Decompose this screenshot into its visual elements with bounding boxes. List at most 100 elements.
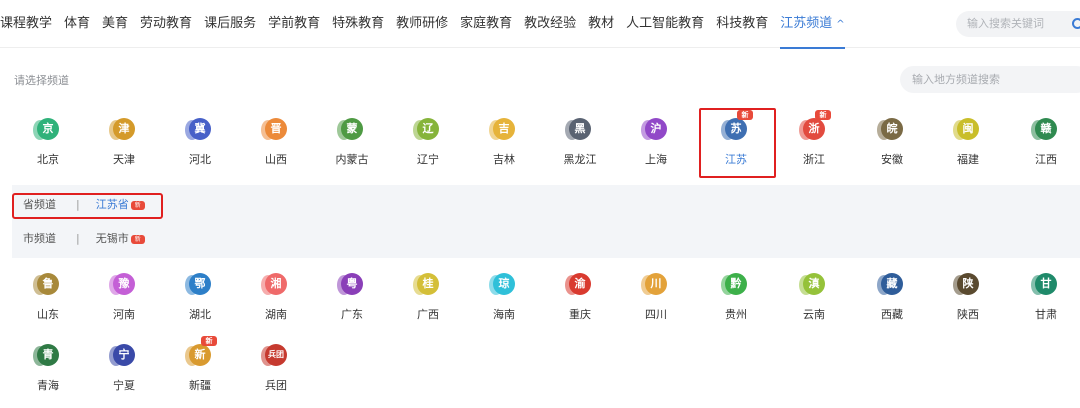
- province-item[interactable]: 滇云南: [784, 273, 844, 333]
- province-item[interactable]: 藏西藏: [862, 273, 922, 333]
- nav-item[interactable]: 教材: [588, 0, 614, 48]
- nav-item-jiangsu-channel[interactable]: 江苏频道 ^: [780, 0, 846, 49]
- province-emblem-icon: 皖: [877, 118, 903, 140]
- province-label: 陕西: [957, 308, 979, 321]
- province-label: 重庆: [569, 308, 591, 321]
- region-search-placeholder: 输入地方频道搜索: [912, 73, 1000, 86]
- nav-item[interactable]: 教改经验: [524, 0, 576, 48]
- province-channel-highlight: [12, 193, 163, 219]
- province-emblem-icon: 滇: [799, 273, 825, 295]
- city-channel-link[interactable]: 无锡市: [96, 232, 129, 245]
- nav-item[interactable]: 体育: [64, 0, 90, 48]
- nav-item[interactable]: 美育: [102, 0, 128, 48]
- keyword-search-input[interactable]: 输入搜索关键词: [956, 11, 1080, 37]
- province-emblem-icon: 甘: [1031, 273, 1057, 295]
- search-icon[interactable]: [1072, 18, 1080, 29]
- nav-item[interactable]: 人工智能教育: [626, 0, 704, 48]
- province-label: 四川: [645, 308, 667, 321]
- province-label: 云南: [803, 308, 825, 321]
- province-label: 青海: [37, 379, 59, 392]
- province-label: 福建: [957, 153, 979, 166]
- nav-item[interactable]: 劳动教育: [140, 0, 192, 48]
- province-emblem-icon: 辽: [413, 118, 439, 140]
- nav-item[interactable]: 特殊教育: [332, 0, 384, 48]
- province-item[interactable]: 津天津: [94, 118, 154, 178]
- province-item[interactable]: 赣江西: [1016, 118, 1076, 178]
- province-item[interactable]: 新新新疆: [170, 336, 230, 404]
- nav-item-label: 江苏频道: [780, 15, 833, 31]
- province-item[interactable]: 黔贵州: [706, 273, 766, 333]
- province-emblem-icon: 晋: [261, 118, 287, 140]
- city-channel-label: 市频道: [23, 232, 56, 245]
- province-label: 上海: [645, 153, 667, 166]
- province-item[interactable]: 粤广东: [322, 273, 382, 333]
- province-label: 河北: [189, 153, 211, 166]
- province-label: 江西: [1035, 153, 1057, 166]
- province-emblem-icon: 新: [185, 344, 211, 366]
- province-emblem-icon: 鄂: [185, 273, 211, 295]
- province-item[interactable]: 川四川: [626, 273, 686, 333]
- province-item[interactable]: 桂广西: [398, 273, 458, 333]
- province-item[interactable]: 辽辽宁: [398, 118, 458, 178]
- choose-channel-label: 请选择频道: [14, 74, 69, 87]
- keyword-search-placeholder: 输入搜索关键词: [967, 17, 1044, 30]
- nav-item[interactable]: 课后服务: [204, 0, 256, 48]
- nav-item[interactable]: 课程教学: [0, 0, 52, 48]
- province-item[interactable]: 京北京: [18, 118, 78, 178]
- separator: |: [76, 232, 80, 245]
- top-navigation: 课程教学 体育 美育 劳动教育 课后服务 学前教育 特殊教育 教师研修 家庭教育 教改经验 教材 人工…: [0, 0, 1080, 49]
- province-emblem-icon: 宁: [109, 344, 135, 366]
- province-label: 西藏: [881, 308, 903, 321]
- province-item[interactable]: 豫河南: [94, 273, 154, 333]
- province-item[interactable]: 鄂湖北: [170, 273, 230, 333]
- province-item[interactable]: 鲁山东: [18, 273, 78, 333]
- province-emblem-icon: 冀: [185, 118, 211, 140]
- province-item[interactable]: 浙新浙江: [784, 110, 844, 178]
- province-item[interactable]: 晋山西: [246, 118, 306, 178]
- province-item[interactable]: 闽福建: [938, 118, 998, 178]
- province-emblem-icon: 陕: [953, 273, 979, 295]
- province-item[interactable]: 黑黑龙江: [550, 118, 610, 178]
- province-emblem-icon: 鲁: [33, 273, 59, 295]
- province-item[interactable]: 青青海: [18, 344, 78, 404]
- province-item[interactable]: 湘湖南: [246, 273, 306, 333]
- province-item[interactable]: 琼海南: [474, 273, 534, 333]
- province-label: 辽宁: [417, 153, 439, 166]
- province-label: 兵团: [265, 379, 287, 392]
- province-item[interactable]: 陕陕西: [938, 273, 998, 333]
- province-item[interactable]: 冀河北: [170, 118, 230, 178]
- province-emblem-icon: 蒙: [337, 118, 363, 140]
- province-label: 湖南: [265, 308, 287, 321]
- new-badge: 新: [201, 336, 217, 346]
- province-item[interactable]: 渝重庆: [550, 273, 610, 333]
- province-item[interactable]: 沪上海: [626, 118, 686, 178]
- province-emblem-icon: 津: [109, 118, 135, 140]
- new-badge: 新: [130, 235, 145, 244]
- region-search-input[interactable]: 输入地方频道搜索: [900, 66, 1080, 93]
- province-emblem-icon: 吉: [489, 118, 515, 140]
- province-emblem-icon: 琼: [489, 273, 515, 295]
- province-item[interactable]: 吉吉林: [474, 118, 534, 178]
- province-item[interactable]: 皖安徽: [862, 118, 922, 178]
- province-emblem-icon: 黔: [721, 273, 747, 295]
- province-item[interactable]: 蒙内蒙古: [322, 118, 382, 178]
- province-emblem-icon: 兵团: [261, 344, 287, 366]
- province-label: 湖北: [189, 308, 211, 321]
- province-label: 浙江: [803, 153, 825, 166]
- province-item[interactable]: 甘甘肃: [1016, 273, 1076, 333]
- province-label: 天津: [113, 153, 135, 166]
- province-label: 广西: [417, 308, 439, 321]
- province-item[interactable]: 兵团 兵团: [246, 344, 306, 404]
- province-emblem-icon: 赣: [1031, 118, 1057, 140]
- province-item[interactable]: 宁宁夏: [94, 344, 154, 404]
- city-channel-row: 市频道 | 无锡市新: [23, 229, 145, 249]
- nav-item[interactable]: 学前教育: [268, 0, 320, 48]
- province-label: 北京: [37, 153, 59, 166]
- province-label: 贵州: [725, 308, 747, 321]
- nav-item[interactable]: 家庭教育: [460, 0, 512, 48]
- province-emblem-icon: 闽: [953, 118, 979, 140]
- nav-item[interactable]: 教师研修: [396, 0, 448, 48]
- nav-item[interactable]: 科技教育: [716, 0, 768, 48]
- province-label: 安徽: [881, 153, 903, 166]
- sub-channel-panel: 省频道 | 江苏省新 市频道 | 无锡市新: [12, 185, 1080, 258]
